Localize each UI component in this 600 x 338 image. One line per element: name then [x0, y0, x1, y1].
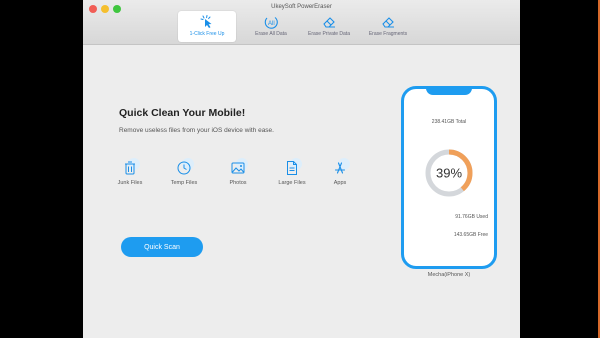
- erase-all-icon: All: [264, 17, 278, 29]
- category-junk-files: Junk Files: [110, 157, 150, 186]
- title-bar: UkeySoft PowerEraser 1-Click Free Up All…: [83, 0, 520, 45]
- category-label: Large Files: [278, 180, 306, 186]
- tab-erase-all-data[interactable]: All Erase All Data: [242, 11, 300, 42]
- tab-label: 1-Click Free Up: [189, 31, 225, 37]
- category-apps: Apps: [320, 157, 360, 186]
- storage-usage-chart: 39%: [425, 149, 473, 197]
- page-title: Quick Clean Your Mobile!: [119, 107, 246, 119]
- app-window: UkeySoft PowerEraser 1-Click Free Up All…: [83, 0, 520, 338]
- svg-text:All: All: [268, 21, 275, 27]
- main-content: Quick Clean Your Mobile! Remove useless …: [83, 45, 520, 338]
- device-capacity: 238.41GB Total: [431, 119, 467, 125]
- category-photos: Photos: [218, 157, 258, 186]
- category-label: Photos: [229, 180, 247, 186]
- eraser-icon: [323, 17, 335, 28]
- file-icon: [287, 158, 302, 175]
- device-panel: 238.41GB Total 39% 91.76GB Used 143.65GB…: [401, 86, 497, 269]
- cursor-click-icon: [200, 15, 212, 28]
- window-title: UkeySoft PowerEraser: [271, 4, 332, 10]
- storage-free: 143.65GB Free: [453, 232, 488, 238]
- trash-icon: [125, 158, 140, 175]
- eraser-icon: [382, 17, 394, 28]
- category-label: Junk Files: [117, 180, 143, 186]
- tab-erase-private-data[interactable]: Erase Private Data: [300, 11, 358, 42]
- category-large-files: Large Files: [272, 157, 312, 186]
- page-subtitle: Remove useless files from your iOS devic…: [119, 127, 274, 134]
- clock-icon: [177, 158, 194, 175]
- device-name: Mecha(iPhone X): [427, 272, 471, 278]
- tab-label: Erase Fragments: [368, 31, 408, 37]
- tab-one-click-free-up[interactable]: 1-Click Free Up: [178, 11, 236, 42]
- category-label: Temp Files: [170, 180, 198, 186]
- usage-percent: 39%: [436, 166, 462, 181]
- tab-label: Erase Private Data: [308, 31, 350, 37]
- category-label: Apps: [333, 180, 347, 186]
- app-store-icon: [334, 158, 350, 174]
- photo-icon: [231, 158, 248, 174]
- phone-notch: [426, 86, 472, 95]
- storage-used: 91.76GB Used: [455, 214, 488, 220]
- tab-erase-fragments[interactable]: Erase Fragments: [359, 11, 417, 42]
- quick-scan-button[interactable]: Quick Scan: [121, 237, 203, 257]
- tab-label: Erase All Data: [255, 31, 287, 37]
- category-temp-files: Temp Files: [164, 157, 204, 186]
